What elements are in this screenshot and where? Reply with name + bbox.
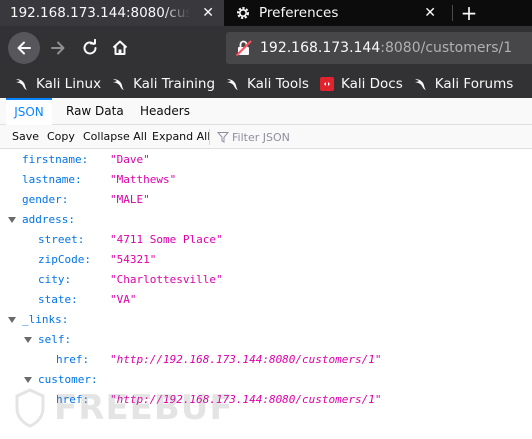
reload-button[interactable] [78, 36, 102, 60]
json-value: "VA" [110, 293, 137, 306]
json-row-gender: gender: "MALE" [0, 190, 532, 210]
bookmark-label: Kali Forums [434, 76, 514, 92]
json-key: firstname: [22, 153, 89, 166]
json-key: _links: [22, 313, 69, 326]
url-text: 192.168.173.144:8080/customers/1 [260, 40, 512, 56]
tab-title: Preferences [259, 5, 339, 21]
kali-docs-icon [319, 77, 334, 91]
json-row-self[interactable]: self: [0, 330, 532, 350]
json-row-links[interactable]: _links: [0, 310, 532, 330]
json-key: href: [56, 393, 90, 406]
tab-json[interactable]: JSON [6, 98, 52, 125]
close-tab-icon[interactable]: ✕ [424, 5, 436, 21]
json-row-state: state: "VA" [0, 290, 532, 310]
bookmarks-toolbar: Kali Linux Kali Training Kali Tools Kali… [0, 70, 532, 98]
tab-raw-data[interactable]: Raw Data [66, 98, 124, 125]
json-value: "54321" [110, 253, 157, 266]
json-value: "Matthews" [110, 173, 177, 186]
bookmark-kali-linux[interactable]: Kali Linux [14, 76, 101, 92]
bookmark-kali-training[interactable]: Kali Training [111, 76, 215, 92]
json-value[interactable]: "http://192.168.173.144:8080/customers/1… [110, 390, 382, 410]
forward-button[interactable] [46, 36, 70, 60]
kali-dragon-icon [227, 79, 239, 90]
json-key: gender: [22, 193, 69, 206]
json-value: "Dave" [110, 153, 150, 166]
json-key: href: [56, 353, 90, 366]
json-key: customer: [38, 373, 98, 386]
tab-title: 192.168.173.144:8080/customers/1 [10, 5, 190, 21]
bookmark-kali-docs[interactable]: Kali Docs [319, 76, 403, 92]
json-row-self-href: href: "http://192.168.173.144:8080/custo… [0, 350, 532, 370]
json-tree: firstname: "Dave" lastname: "Matthews" g… [0, 150, 532, 439]
home-icon [112, 40, 128, 55]
kali-dragon-icon [16, 79, 27, 90]
expand-toggle-icon[interactable] [24, 337, 32, 343]
json-viewer-tabs: JSON Raw Data Headers [0, 98, 532, 125]
address-bar[interactable]: 192.168.173.144:8080/customers/1 [226, 32, 532, 64]
bookmark-label: Kali Training [133, 76, 216, 92]
arrow-left-icon [17, 41, 31, 55]
bookmark-label: Kali Linux [36, 76, 102, 92]
new-tab-button[interactable]: + [458, 2, 480, 24]
kali-dragon-icon [113, 79, 125, 90]
expand-toggle-icon[interactable] [24, 377, 32, 383]
tab-customers[interactable]: 192.168.173.144:8080/customers/1 ✕ [0, 0, 224, 26]
close-tab-icon[interactable]: ✕ [202, 5, 214, 21]
json-row-lastname: lastname: "Matthews" [0, 170, 532, 190]
filter-icon [217, 132, 229, 143]
json-row-city: city: "Charlottesville" [0, 270, 532, 290]
navigation-toolbar: 192.168.173.144:8080/customers/1 [0, 26, 532, 70]
kali-dragon-icon [414, 79, 426, 90]
tab-preferences[interactable]: Preferences ✕ [226, 0, 446, 26]
toolbar-separator [209, 129, 210, 145]
json-value: "4711 Some Place" [110, 233, 223, 246]
json-row-firstname: firstname: "Dave" [0, 150, 532, 170]
json-row-street: street: "4711 Some Place" [0, 230, 532, 250]
bookmark-label: Kali Docs [340, 76, 403, 92]
gear-icon [237, 7, 249, 19]
json-key: state: [38, 293, 78, 306]
json-key: self: [38, 333, 72, 346]
json-key: city: [38, 273, 72, 286]
filter-json-input[interactable] [232, 128, 432, 146]
copy-button[interactable]: Copy [47, 125, 75, 149]
json-row-zipcode: zipCode: "54321" [0, 250, 532, 270]
json-key: street: [38, 233, 85, 246]
json-viewer-toolbar: Save Copy Collapse All Expand All [0, 125, 532, 149]
reload-icon [83, 39, 97, 55]
home-button[interactable] [108, 36, 132, 60]
arrow-right-icon [51, 41, 65, 55]
json-row-customer-href: href: "http://192.168.173.144:8080/custo… [0, 390, 532, 410]
json-value: "MALE" [110, 193, 150, 206]
json-key: zipCode: [38, 253, 91, 266]
json-row-address[interactable]: address: [0, 210, 532, 230]
collapse-all-button[interactable]: Collapse All [83, 125, 147, 149]
insecure-lock-icon[interactable] [234, 38, 254, 58]
back-button[interactable] [8, 32, 40, 64]
expand-all-button[interactable]: Expand All [152, 125, 210, 149]
bookmark-label: Kali Tools [247, 76, 309, 92]
url-path: :8080/customers/1 [380, 40, 513, 56]
json-value[interactable]: "http://192.168.173.144:8080/customers/1… [110, 350, 382, 370]
expand-toggle-icon[interactable] [8, 217, 16, 223]
browser-tab-strip: 192.168.173.144:8080/customers/1 ✕ Prefe… [0, 0, 532, 26]
json-key: lastname: [22, 173, 82, 186]
json-value: "Charlottesville" [110, 273, 223, 286]
json-key: address: [22, 213, 75, 226]
json-row-customer[interactable]: customer: [0, 370, 532, 390]
url-host: 192.168.173.144 [260, 40, 381, 56]
expand-toggle-icon[interactable] [8, 317, 16, 323]
bookmark-kali-forums[interactable]: Kali Forums [413, 76, 514, 92]
bookmark-kali-tools[interactable]: Kali Tools [225, 76, 309, 92]
tab-headers[interactable]: Headers [140, 98, 190, 125]
tab-separator [452, 5, 453, 21]
save-button[interactable]: Save [12, 125, 39, 149]
